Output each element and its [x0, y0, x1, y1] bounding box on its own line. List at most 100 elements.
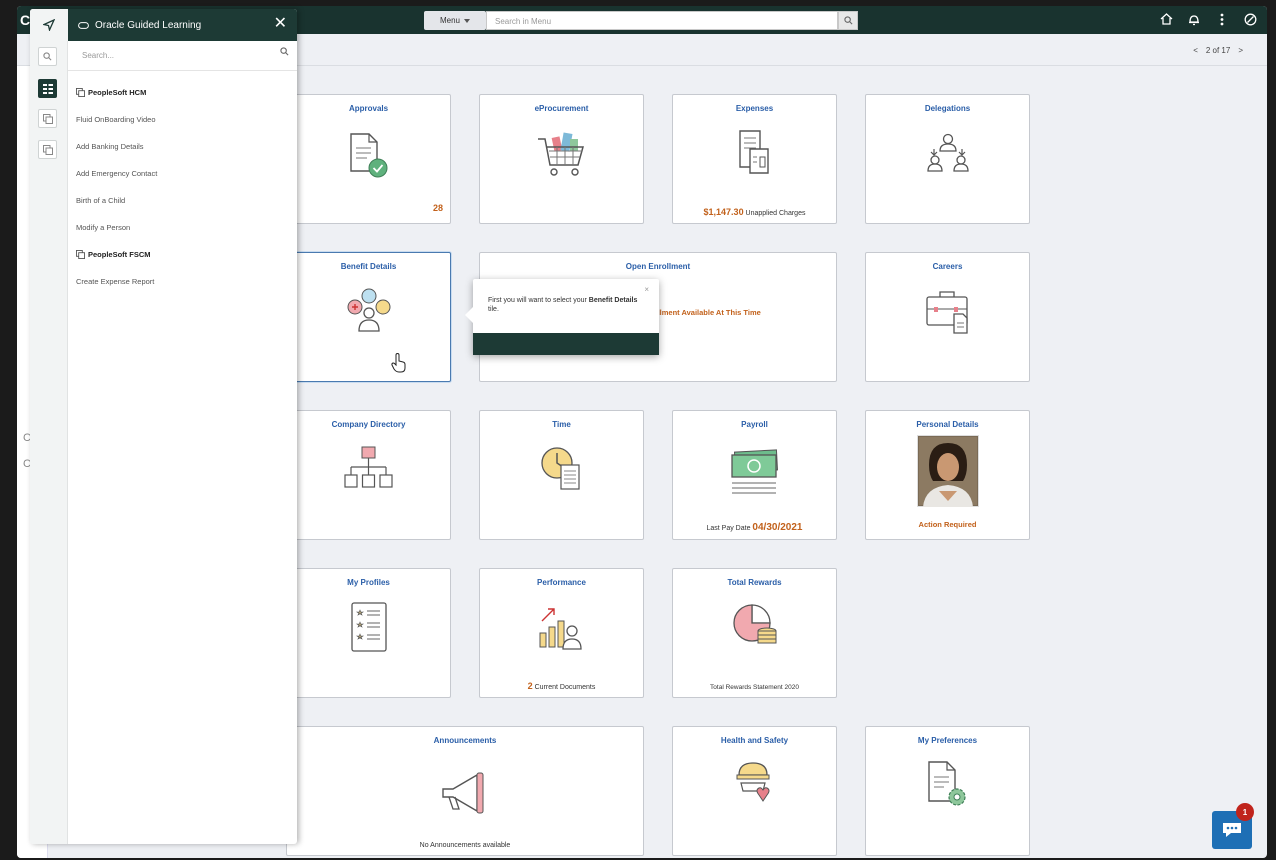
tile-total-rewards[interactable]: Total Rewards Total Rewards Statement 20… [672, 568, 837, 698]
chevron-down-icon [464, 18, 470, 23]
panel-search-toggle[interactable] [38, 47, 57, 66]
pie-coins-icon [732, 604, 776, 644]
tile-payroll[interactable]: Payroll Last Pay Date 04/30/2021 [672, 410, 837, 540]
hand-cursor-icon [391, 353, 406, 373]
panel-grid-toggle[interactable] [38, 79, 57, 98]
kebab-menu-icon[interactable] [1215, 11, 1229, 27]
callout-text-bold: Benefit Details [588, 297, 638, 304]
list-item-modify-a-person[interactable]: Modify a Person [68, 214, 297, 241]
chat-notification-badge: 1 [1236, 803, 1254, 821]
tile-eprocurement[interactable]: eProcurement [479, 94, 644, 224]
pager-prev-button[interactable]: < [1193, 46, 1198, 55]
tile-title: Health and Safety [720, 736, 789, 745]
panel-hcm-toggle[interactable] [38, 109, 57, 128]
tile-careers[interactable]: Careers [865, 252, 1030, 382]
announcements-footer: No Announcements available [419, 842, 511, 849]
tile-title: My Preferences [917, 736, 978, 745]
list-item-add-banking-details[interactable]: Add Banking Details [68, 133, 297, 160]
panel-title: Oracle Guided Learning [95, 19, 202, 31]
delegation-people-icon [926, 133, 969, 172]
menu-search-button[interactable] [838, 11, 858, 30]
list-group-label: PeopleSoft HCM [88, 88, 147, 97]
tile-company-directory[interactable]: Company Directory [286, 410, 451, 540]
callout-text-after: tile. [488, 306, 499, 313]
expenses-amount: $1,147.30 [703, 207, 744, 217]
callout-text-before: First you will want to select your [488, 297, 589, 304]
tile-health-and-safety[interactable]: Health and Safety [672, 726, 837, 856]
performance-summary: 2 Current Documents [480, 681, 643, 691]
document-check-icon [349, 133, 387, 178]
launch-button[interactable] [30, 9, 68, 41]
copy-icon [42, 144, 53, 155]
close-icon[interactable]: ✕ [274, 16, 287, 32]
tile-title: Benefit Details [340, 262, 397, 271]
total-rewards-footer: Total Rewards Statement 2020 [710, 684, 799, 691]
guided-learning-callout: × First you will want to select your Ben… [465, 279, 659, 355]
panel-fscm-toggle[interactable] [38, 140, 57, 159]
payroll-date-label: Last Pay Date [706, 525, 751, 532]
hardhat-heart-icon [736, 762, 769, 802]
payroll-date: 04/30/2021 [752, 522, 803, 533]
oracle-logo: C [20, 12, 31, 28]
performance-count-label: Current Documents [534, 684, 596, 691]
menu-label: Menu [439, 16, 460, 25]
personal-details-status: Action Required [918, 520, 977, 529]
tile-title: Time [552, 420, 571, 429]
compass-icon[interactable] [1243, 11, 1257, 27]
copy-icon [42, 113, 53, 124]
tile-time[interactable]: Time [479, 410, 644, 540]
home-icon[interactable] [1159, 11, 1173, 27]
search-icon [843, 16, 852, 25]
list-item-fluid-onboarding-video[interactable]: Fluid OnBoarding Video [68, 106, 297, 133]
panel-search-input[interactable]: Search... [68, 41, 297, 71]
tile-title: Performance [537, 578, 586, 587]
tile-my-preferences[interactable]: My Preferences [865, 726, 1030, 856]
copy-icon [76, 250, 85, 259]
tile-title: Careers [932, 262, 963, 271]
list-group-fscm[interactable]: PeopleSoft FSCM [68, 241, 297, 268]
oracle-oval-icon [78, 21, 89, 29]
tile-benefit-details[interactable]: Benefit Details [286, 252, 451, 382]
grid-icon [42, 83, 53, 94]
tile-my-profiles[interactable]: My Profiles [286, 568, 451, 698]
callout-text: First you will want to select your Benef… [488, 296, 638, 314]
tile-title: Approvals [348, 104, 389, 113]
pager-text: 2 of 17 [1205, 46, 1231, 55]
search-icon [280, 47, 289, 56]
list-item-create-expense-report[interactable]: Create Expense Report [68, 268, 297, 295]
list-item-add-emergency-contact[interactable]: Add Emergency Contact [68, 160, 297, 187]
tile-title: Personal Details [916, 420, 979, 429]
tile-performance[interactable]: Performance 2 Current Documents [479, 568, 644, 698]
approvals-count: 28 [432, 203, 443, 213]
tile-delegations[interactable]: Delegations [865, 94, 1030, 224]
tile-expenses[interactable]: Expenses $1,147.30 Unapplied Charges [672, 94, 837, 224]
list-item-birth-of-a-child[interactable]: Birth of a Child [68, 187, 297, 214]
expenses-summary: $1,147.30 Unapplied Charges [673, 207, 836, 217]
tile-approvals[interactable]: Approvals 28 [286, 94, 451, 224]
shopping-cart-icon [537, 132, 584, 176]
megaphone-icon [442, 772, 484, 814]
homepage-pager: < 2 of 17 > [1193, 46, 1243, 55]
callout-close-button[interactable]: × [644, 285, 649, 294]
tile-title: Company Directory [331, 420, 406, 429]
tile-announcements[interactable]: Announcements No Announcements available [286, 726, 644, 856]
search-icon [43, 52, 52, 61]
tile-title: Payroll [741, 420, 768, 429]
bell-icon[interactable] [1187, 11, 1201, 27]
panel-icon-strip [30, 9, 68, 844]
star-list-icon [350, 602, 387, 652]
navigation-arrow-icon [43, 19, 55, 31]
tile-personal-details[interactable]: Personal Details Action Required [865, 410, 1030, 540]
guided-learning-list: PeopleSoft HCM Fluid OnBoarding Video Ad… [68, 79, 297, 295]
performance-chart-icon [539, 608, 582, 650]
benefits-people-icon [347, 288, 390, 332]
tile-title: My Profiles [347, 578, 390, 587]
menu-dropdown-button[interactable]: Menu [424, 11, 486, 30]
performance-count: 2 [527, 681, 533, 691]
pager-next-button[interactable]: > [1238, 46, 1243, 55]
menu-search-input[interactable]: Search in Menu [486, 11, 838, 30]
payroll-summary: Last Pay Date 04/30/2021 [673, 522, 836, 533]
list-group-hcm[interactable]: PeopleSoft HCM [68, 79, 297, 106]
enrollment-status: ollment Available At This Time [653, 308, 761, 317]
tile-title: Total Rewards [727, 578, 782, 587]
